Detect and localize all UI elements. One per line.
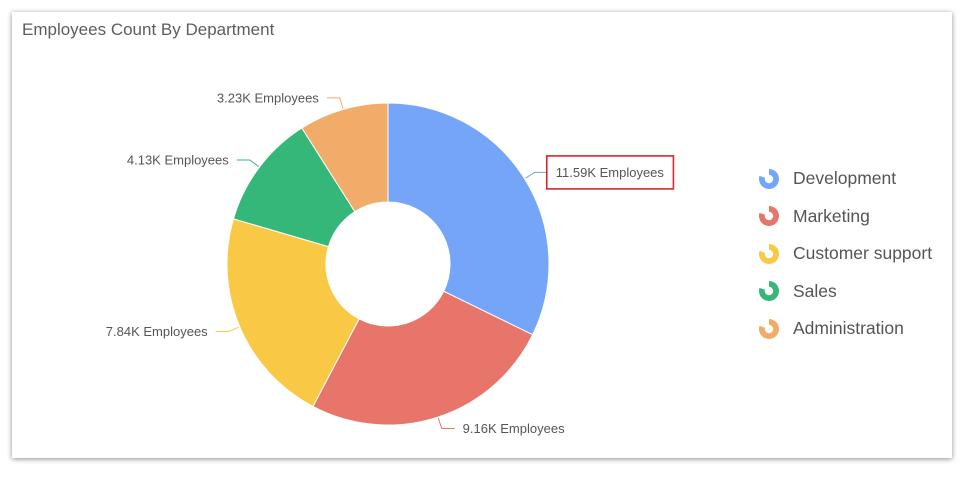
- legend-label: Administration: [793, 318, 904, 339]
- connector-sales: [236, 159, 259, 167]
- legend-label: Development: [793, 168, 897, 189]
- data-label-administration: 3.23K Employees: [217, 90, 319, 105]
- connector-marketing: [437, 417, 455, 429]
- legend-item-sales[interactable]: Sales: [758, 273, 958, 311]
- donut-icon: [759, 318, 779, 339]
- donut-icon: [759, 168, 779, 189]
- chart-card: Employees Count By Department 11.59K Emp…: [12, 12, 952, 458]
- slice-development[interactable]: [387, 102, 550, 336]
- chart-legend: Development Marketing Customer support Sale…: [758, 160, 958, 348]
- donut-icon: [759, 281, 779, 302]
- connector-customer-support: [215, 326, 240, 332]
- data-label-development: 11.59K Employees: [556, 165, 665, 180]
- data-label-sales: 4.13K Employees: [127, 152, 229, 167]
- data-label-customer-support: 7.84K Employees: [106, 324, 208, 339]
- legend-label: Sales: [793, 280, 837, 301]
- connector-administration: [326, 97, 344, 109]
- legend-label: Marketing: [793, 205, 870, 226]
- legend-label: Customer support: [793, 243, 933, 264]
- legend-item-administration[interactable]: Administration: [758, 310, 958, 348]
- legend-item-marketing[interactable]: Marketing: [758, 198, 958, 236]
- donut-icon: [759, 243, 779, 264]
- data-label-marketing: 9.16K Employees: [463, 421, 565, 436]
- legend-item-customer-support[interactable]: Customer support: [758, 235, 958, 273]
- connector-development: [525, 171, 548, 179]
- donut-icon: [759, 206, 779, 227]
- legend-item-development[interactable]: Development: [758, 160, 958, 198]
